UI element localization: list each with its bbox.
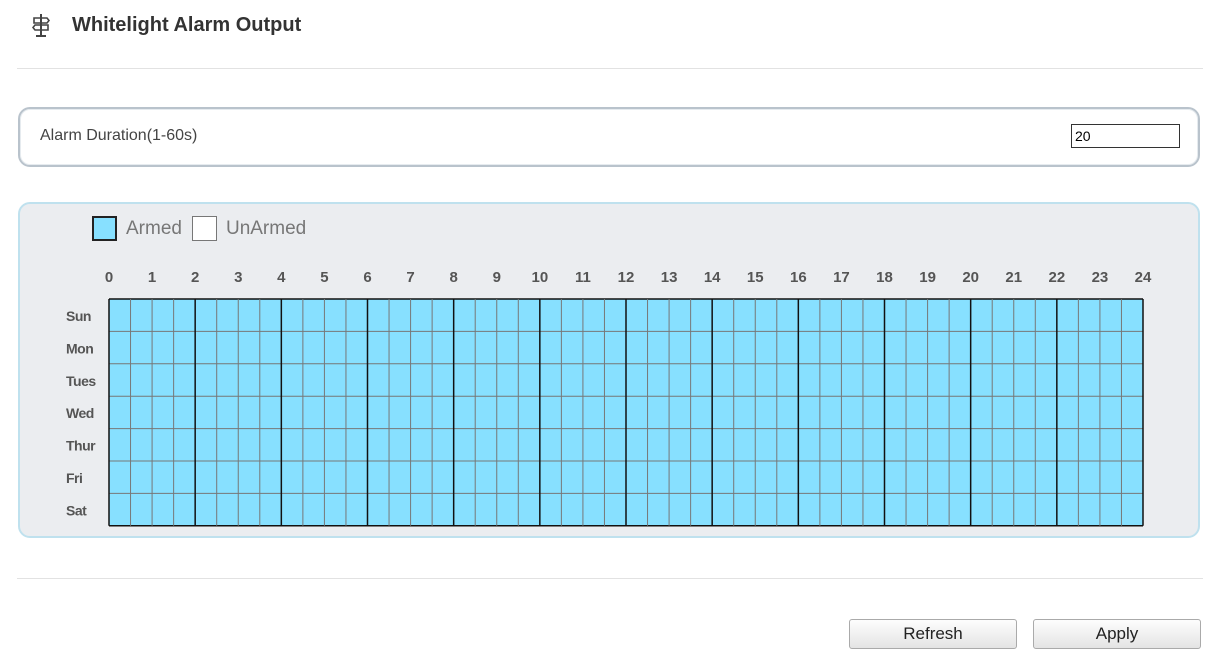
alarm-duration-panel: Alarm Duration(1-60s) xyxy=(18,107,1200,167)
day-label: Sun xyxy=(66,308,91,324)
day-label: Tues xyxy=(66,373,96,389)
hour-label: 23 xyxy=(1092,269,1109,286)
hour-label: 24 xyxy=(1135,269,1152,286)
hour-label: 9 xyxy=(493,269,501,286)
hour-label: 3 xyxy=(234,269,242,286)
day-label: Wed xyxy=(66,405,94,421)
alarm-duration-input[interactable] xyxy=(1071,124,1180,148)
hour-label: 5 xyxy=(320,269,328,286)
hour-label: 14 xyxy=(704,269,721,286)
alarm-duration-label: Alarm Duration(1-60s) xyxy=(40,127,198,144)
hour-label: 21 xyxy=(1005,269,1022,286)
hour-label: 6 xyxy=(363,269,371,286)
header-divider xyxy=(17,68,1203,69)
schedule-panel: Armed UnArmed 0 1 2 3 4 5 6 7 8 9 10 11 12 13 14 15 16 17… xyxy=(18,202,1200,538)
hour-label: 13 xyxy=(661,269,678,286)
hour-label: 8 xyxy=(449,269,457,286)
schedule-grid[interactable]: 0 1 2 3 4 5 6 7 8 9 10 11 12 13 14 15 16 17 18 19 20 21 22 23 24… xyxy=(20,204,1198,536)
day-label: Fri xyxy=(66,470,82,486)
hour-label: 17 xyxy=(833,269,850,286)
refresh-button[interactable]: Refresh xyxy=(849,619,1017,649)
hour-label: 20 xyxy=(962,269,979,286)
page-title: Whitelight Alarm Output xyxy=(72,13,302,36)
hour-label: 12 xyxy=(618,269,635,286)
hour-label: 10 xyxy=(531,269,548,286)
hour-label: 2 xyxy=(191,269,199,286)
page-header: Whitelight Alarm Output xyxy=(32,10,301,40)
hour-label: 1 xyxy=(148,269,156,286)
hour-label: 19 xyxy=(919,269,936,286)
hour-label: 18 xyxy=(876,269,893,286)
day-label: Thur xyxy=(66,438,96,454)
apply-button[interactable]: Apply xyxy=(1033,619,1201,649)
hour-label: 11 xyxy=(575,269,591,286)
hour-label: 16 xyxy=(790,269,807,286)
day-label: Mon xyxy=(66,340,93,356)
hour-label: 22 xyxy=(1048,269,1065,286)
hour-label: 7 xyxy=(406,269,414,286)
footer-divider xyxy=(17,578,1203,579)
hour-label: 4 xyxy=(277,269,286,286)
day-label: Sat xyxy=(66,502,87,518)
hour-label: 0 xyxy=(105,269,113,286)
hour-label: 15 xyxy=(747,269,764,286)
signpost-icon xyxy=(32,14,50,37)
